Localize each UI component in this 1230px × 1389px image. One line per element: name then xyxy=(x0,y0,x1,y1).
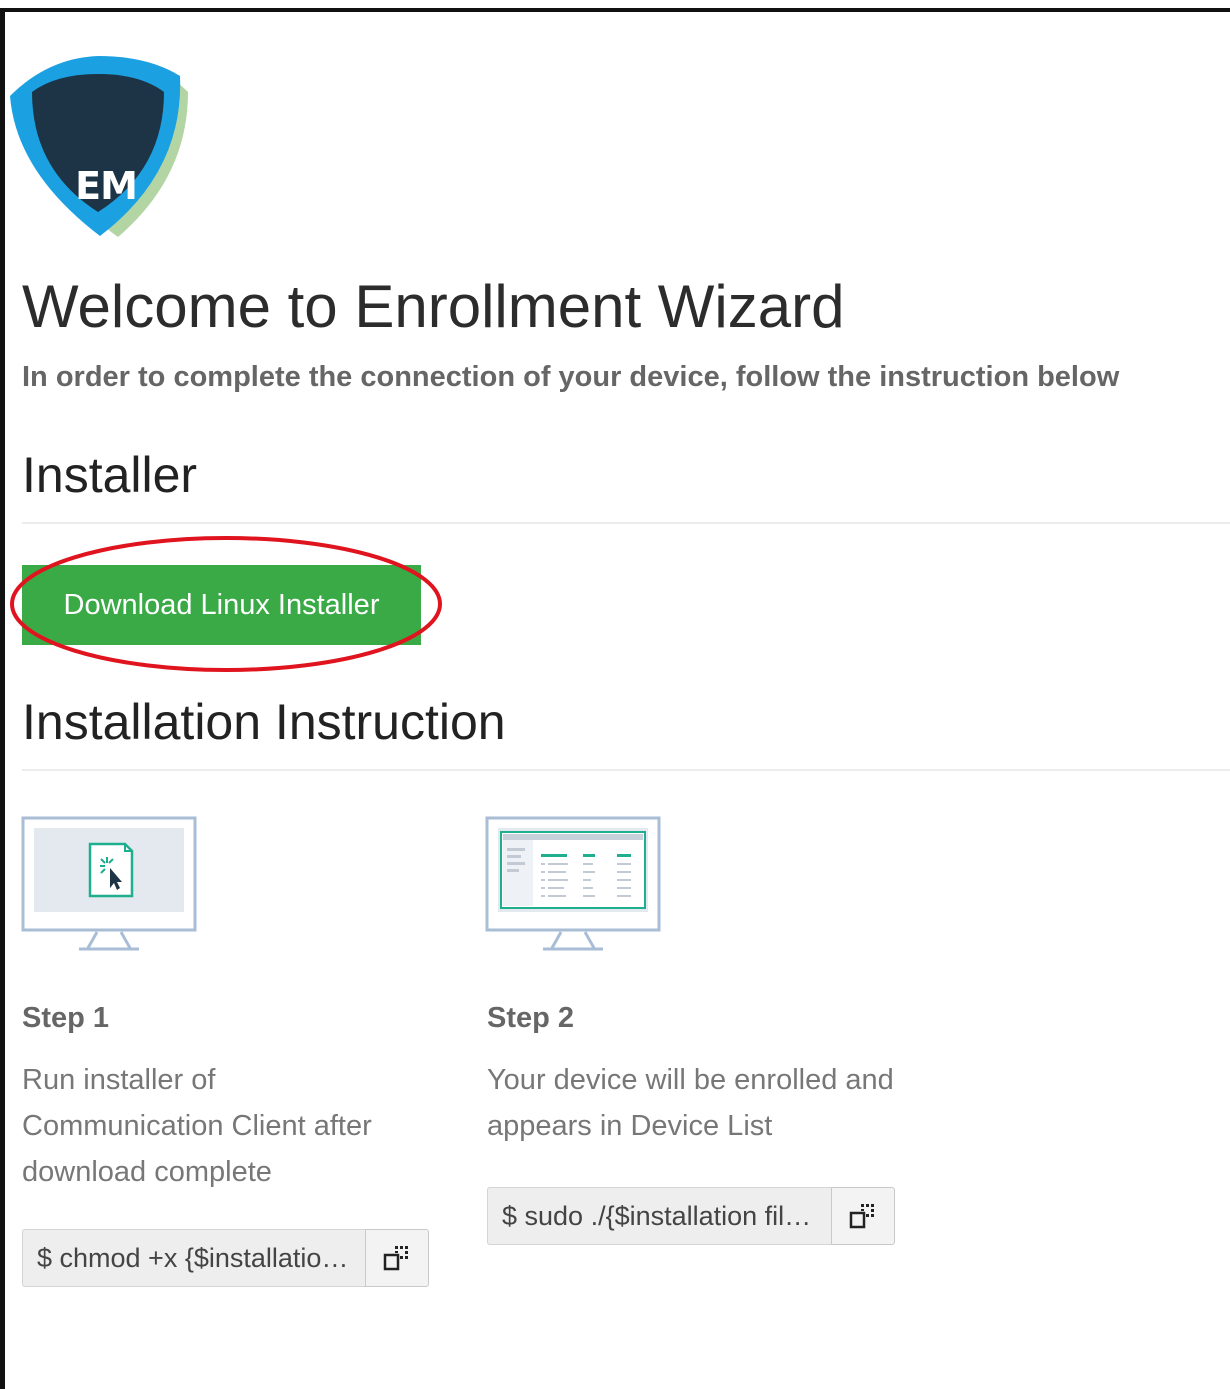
shield-icon xyxy=(10,56,188,237)
section-divider xyxy=(22,769,1230,771)
logo-text: EM xyxy=(75,164,138,208)
step-1-command-field[interactable]: $ chmod +x {$installatio… xyxy=(22,1229,365,1287)
copy-icon xyxy=(383,1246,408,1271)
screenshot-frame-left xyxy=(0,8,5,1389)
step-1-description: Run installer of Communication Client af… xyxy=(22,1064,372,1188)
monitor-file-cursor-icon xyxy=(21,816,197,951)
page-title: Welcome to Enrollment Wizard xyxy=(22,273,845,340)
em-logo: EM xyxy=(8,52,190,242)
step-2-command-field[interactable]: $ sudo ./{$installation fil… xyxy=(487,1187,831,1245)
installer-heading: Installer xyxy=(22,447,198,503)
instruction-heading: Installation Instruction xyxy=(22,694,506,750)
step-1-copy-button[interactable] xyxy=(365,1229,429,1287)
page-subtitle: In order to complete the connection of y… xyxy=(22,361,1120,393)
step-2-copy-button[interactable] xyxy=(831,1187,895,1245)
section-divider xyxy=(22,522,1230,524)
step-2-title: Step 2 xyxy=(487,1002,575,1034)
screenshot-frame-top xyxy=(0,8,1230,12)
step-1-command-group: $ chmod +x {$installatio… xyxy=(22,1229,429,1287)
step-2-description: Your device will be enrolled and appears… xyxy=(487,1064,894,1142)
step-1-title: Step 1 xyxy=(22,1002,110,1034)
download-linux-installer-button[interactable]: Download Linux Installer xyxy=(22,565,421,645)
step-2-command-group: $ sudo ./{$installation fil… xyxy=(487,1187,895,1245)
copy-icon xyxy=(849,1204,874,1229)
monitor-device-list-icon xyxy=(485,816,661,951)
